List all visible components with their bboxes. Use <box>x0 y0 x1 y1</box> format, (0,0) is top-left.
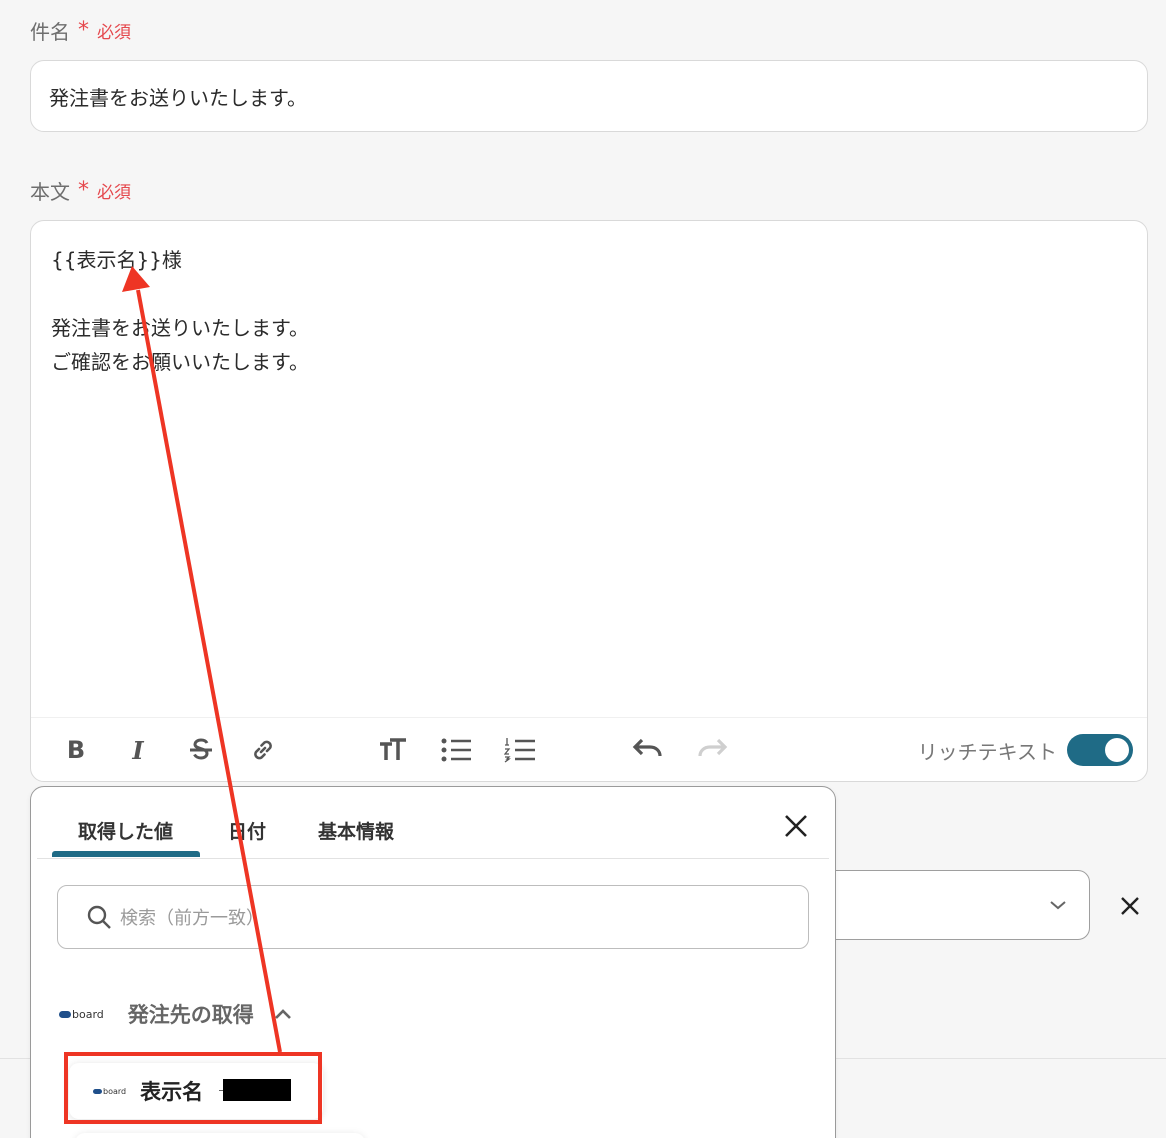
body-editor[interactable]: {{表示名}}様 発注書をお送りいたします。 ご確認をお願いいたします。 B I <box>30 220 1148 782</box>
link-icon <box>254 740 272 760</box>
chevron-up-icon[interactable] <box>274 1007 292 1021</box>
numbered-list-button[interactable] <box>503 734 537 766</box>
body-line: 発注書をお送りいたします。 <box>51 316 309 340</box>
italic-icon: I <box>132 735 144 765</box>
required-badge: 必須 <box>97 183 131 203</box>
subject-label-row: 件名 * 必須 <box>30 16 131 45</box>
rich-text-toggle[interactable] <box>1067 734 1133 766</box>
body-line: ご確認をお願いいたします。 <box>51 350 309 374</box>
board-logo: board <box>59 1008 104 1021</box>
editor-toolbar: B I リッチテキスト <box>31 717 1147 781</box>
chevron-down-icon[interactable] <box>1046 893 1070 917</box>
body-text[interactable]: {{表示名}}様 発注書をお送りいたします。 ご確認をお願いいたします。 <box>51 243 309 379</box>
body-label: 本文 <box>30 180 70 204</box>
undo-icon <box>632 738 662 757</box>
body-label-row: 本文 * 必須 <box>30 176 131 205</box>
required-badge: 必須 <box>97 23 131 43</box>
italic-button[interactable]: I <box>123 734 153 766</box>
group-label: 発注先の取得 <box>127 1003 254 1027</box>
required-star: * <box>78 177 89 203</box>
redo-icon <box>698 738 728 757</box>
font-size-icon <box>380 738 406 760</box>
tab-date[interactable]: 日付 <box>228 817 266 844</box>
font-size-button[interactable] <box>377 734 409 766</box>
link-button[interactable] <box>247 734 279 766</box>
body-line: {{表示名}}様 <box>51 248 182 272</box>
list-item[interactable] <box>75 1133 365 1138</box>
bullet-list-button[interactable] <box>439 734 473 766</box>
bold-button[interactable]: B <box>61 734 91 766</box>
numbered-list-icon <box>504 738 535 763</box>
group-header[interactable]: board 発注先の取得 <box>59 999 292 1029</box>
annotation-highlight-box <box>64 1052 322 1124</box>
bullet-list-icon <box>441 738 471 762</box>
search-placeholder: 検索（前方一致） <box>120 908 264 929</box>
search-icon <box>87 905 111 929</box>
close-icon[interactable] <box>783 813 809 839</box>
required-star: * <box>78 17 89 43</box>
strikethrough-icon <box>190 738 212 760</box>
subject-input[interactable]: 発注書をお送りいたします。 <box>30 60 1148 132</box>
subject-label: 件名 <box>30 20 70 44</box>
search-input[interactable]: 検索（前方一致） <box>57 885 809 949</box>
popup-tabs: 取得した値 日付 基本情報 <box>37 787 829 859</box>
tab-basic-info[interactable]: 基本情報 <box>318 817 394 844</box>
tab-acquired-values[interactable]: 取得した値 <box>78 817 173 844</box>
redo-button[interactable] <box>695 734 729 766</box>
close-icon[interactable] <box>1118 894 1142 918</box>
subject-value: 発注書をお送りいたします。 <box>49 85 307 110</box>
rich-text-label: リッチテキスト <box>917 740 1057 764</box>
body-line <box>51 277 309 311</box>
active-tab-indicator <box>52 851 200 857</box>
strikethrough-button[interactable] <box>185 734 217 766</box>
undo-button[interactable] <box>631 734 665 766</box>
bold-icon: B <box>66 736 86 764</box>
